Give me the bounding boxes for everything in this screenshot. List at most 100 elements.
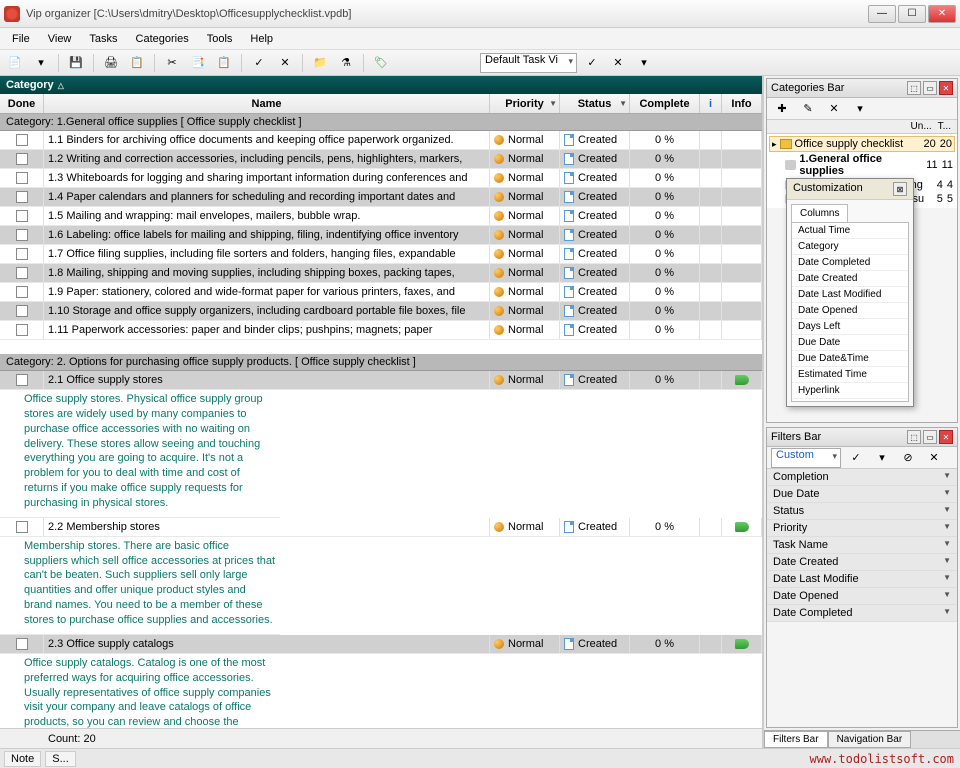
task-row[interactable]: 1.5 Mailing and wrapping: mail envelopes… <box>0 207 762 226</box>
flag-icon[interactable]: 🏷 <box>370 53 392 73</box>
filter-delete-icon[interactable]: ✕ <box>923 448 945 468</box>
expand-icon[interactable]: ▾ <box>849 99 871 119</box>
col-priority[interactable]: Priority▼ <box>490 94 560 113</box>
checkbox[interactable] <box>16 374 28 386</box>
checkbox[interactable] <box>16 210 28 222</box>
customization-tab-columns[interactable]: Columns <box>791 204 848 222</box>
col-done[interactable]: Done <box>0 94 44 113</box>
col-status[interactable]: Status▼ <box>560 94 630 113</box>
customization-close-icon[interactable]: ⊠ <box>893 182 907 196</box>
checkbox[interactable] <box>16 229 28 241</box>
print-icon[interactable]: 🖨 <box>100 53 122 73</box>
filter-clear-icon[interactable]: ⊘ <box>897 448 919 468</box>
checkbox[interactable] <box>16 248 28 260</box>
dropdown-icon[interactable]: ▾ <box>30 53 52 73</box>
customization-item[interactable]: Due Date <box>792 335 908 351</box>
filter-field[interactable]: Date Last Modifie▼ <box>767 571 957 588</box>
group-row[interactable]: Category: 1.General office supplies [ Of… <box>0 114 762 131</box>
edit-category-icon[interactable]: ✎ <box>797 99 819 119</box>
filters-close-icon[interactable]: ✕ <box>939 430 953 444</box>
panel-close-icon[interactable]: ✕ <box>939 81 953 95</box>
filter-field[interactable]: Due Date▼ <box>767 486 957 503</box>
checkbox[interactable] <box>16 267 28 279</box>
task-row[interactable]: 1.3 Whiteboards for logging and sharing … <box>0 169 762 188</box>
filter-field[interactable]: Date Created▼ <box>767 554 957 571</box>
apply-icon[interactable]: ✓ <box>581 53 603 73</box>
close-button[interactable]: ✕ <box>928 5 956 23</box>
view-combo[interactable]: Default Task Vi <box>480 53 577 73</box>
save-icon[interactable]: 💾 <box>65 53 87 73</box>
col-i[interactable]: i <box>700 94 722 113</box>
filters-max-icon[interactable]: ▭ <box>923 430 937 444</box>
menu-view[interactable]: View <box>40 31 80 47</box>
task-row[interactable]: 2.3 Office supply catalogsNormalCreated0… <box>0 635 762 654</box>
customization-item[interactable]: Category <box>792 239 908 255</box>
cut-icon[interactable]: ✂ <box>161 53 183 73</box>
filter-save-icon[interactable]: ▾ <box>871 448 893 468</box>
customization-item[interactable]: Actual Time <box>792 223 908 239</box>
customization-item[interactable]: Date Completed <box>792 255 908 271</box>
checkbox[interactable] <box>16 134 28 146</box>
checkbox[interactable] <box>16 324 28 336</box>
copy-icon[interactable]: 📑 <box>187 53 209 73</box>
filters-pin-icon[interactable]: ⬚ <box>907 430 921 444</box>
task-row[interactable]: 2.1 Office supply storesNormalCreated0 % <box>0 371 762 390</box>
customization-item[interactable]: Hyperlink <box>792 383 908 399</box>
add-category-icon[interactable]: ✚ <box>771 99 793 119</box>
titlebar[interactable]: Vip organizer [C:\Users\dmitry\Desktop\O… <box>0 0 960 28</box>
delete-category-icon[interactable]: ✕ <box>823 99 845 119</box>
menu-tools[interactable]: Tools <box>199 31 241 47</box>
task-row[interactable]: 1.9 Paper: stationery, colored and wide-… <box>0 283 762 302</box>
panel-pin-icon[interactable]: ⬚ <box>907 81 921 95</box>
filter-field[interactable]: Date Opened▼ <box>767 588 957 605</box>
menu-file[interactable]: File <box>4 31 38 47</box>
task-row[interactable]: 2.2 Membership storesNormalCreated0 % <box>0 518 762 537</box>
category-icon[interactable]: 📁 <box>309 53 331 73</box>
group-by-header[interactable]: Category △ <box>0 76 762 94</box>
filter-icon[interactable]: ⚗ <box>335 53 357 73</box>
checkbox[interactable] <box>16 521 28 533</box>
filter-field[interactable]: Priority▼ <box>767 520 957 537</box>
status-s[interactable]: S... <box>45 751 76 767</box>
task-row[interactable]: 1.10 Storage and office supply organizer… <box>0 302 762 321</box>
minimize-button[interactable]: — <box>868 5 896 23</box>
tree-item[interactable]: 1.General office supplies1111 <box>769 152 955 178</box>
maximize-button[interactable]: ☐ <box>898 5 926 23</box>
filter-field[interactable]: Task Name▼ <box>767 537 957 554</box>
col-name[interactable]: Name <box>44 94 490 113</box>
grid-body[interactable]: Category: 1.General office supplies [ Of… <box>0 114 762 728</box>
customization-item[interactable]: Reminder Time <box>792 399 908 402</box>
filter-field[interactable]: Date Completed▼ <box>767 605 957 622</box>
clear-icon[interactable]: ✕ <box>607 53 629 73</box>
task-row[interactable]: 1.2 Writing and correction accessories, … <box>0 150 762 169</box>
customization-list[interactable]: Actual TimeCategoryDate CompletedDate Cr… <box>791 222 909 402</box>
new-icon[interactable]: 📄 <box>4 53 26 73</box>
checkbox[interactable] <box>16 172 28 184</box>
tab-filters-bar[interactable]: Filters Bar <box>764 731 828 748</box>
col-complete[interactable]: Complete <box>630 94 700 113</box>
panel-max-icon[interactable]: ▭ <box>923 81 937 95</box>
delete-icon[interactable]: ✕ <box>274 53 296 73</box>
customization-popup[interactable]: Customization ⊠ Columns Actual TimeCateg… <box>786 178 914 407</box>
col-info[interactable]: Info <box>722 94 762 113</box>
customization-item[interactable]: Date Opened <box>792 303 908 319</box>
customization-item[interactable]: Date Last Modified <box>792 287 908 303</box>
checkbox[interactable] <box>16 286 28 298</box>
task-icon[interactable]: ✓ <box>248 53 270 73</box>
expand-icon[interactable]: ▸ <box>772 139 777 150</box>
checkbox[interactable] <box>16 153 28 165</box>
paste-icon[interactable]: 📋 <box>213 53 235 73</box>
customization-item[interactable]: Date Created <box>792 271 908 287</box>
status-note[interactable]: Note <box>4 751 41 767</box>
group-row[interactable]: Category: 2. Options for purchasing offi… <box>0 354 762 371</box>
task-row[interactable]: 1.7 Office filing supplies, including fi… <box>0 245 762 264</box>
customization-item[interactable]: Estimated Time <box>792 367 908 383</box>
filter-preset-combo[interactable]: Custom <box>771 448 841 468</box>
filter-field[interactable]: Status▼ <box>767 503 957 520</box>
customization-item[interactable]: Due Date&Time <box>792 351 908 367</box>
customization-item[interactable]: Days Left <box>792 319 908 335</box>
menu-help[interactable]: Help <box>242 31 281 47</box>
checkbox[interactable] <box>16 305 28 317</box>
menu-tasks[interactable]: Tasks <box>81 31 125 47</box>
checkbox[interactable] <box>16 638 28 650</box>
